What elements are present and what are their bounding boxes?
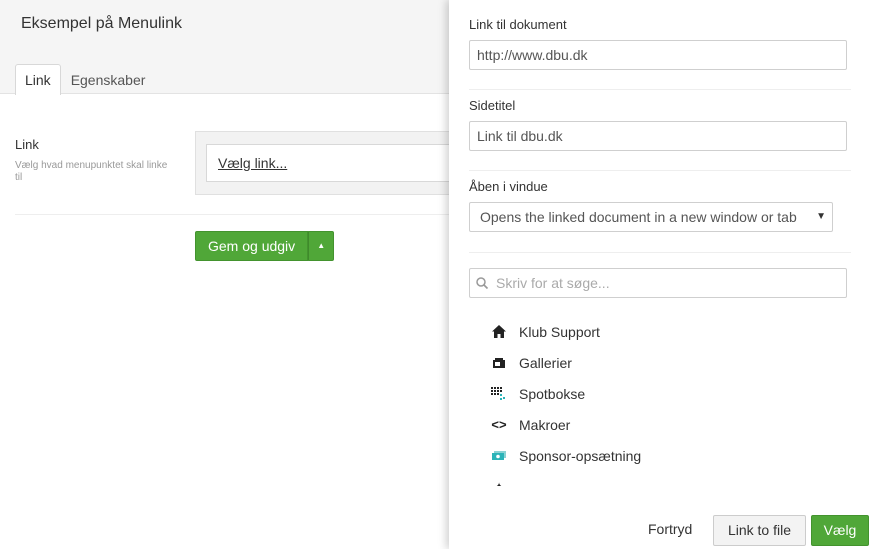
tree-item-label: Klub Support	[519, 323, 600, 340]
tree-item-klub-support[interactable]: Klub Support	[489, 316, 849, 347]
save-options-caret-button[interactable]: ▲	[308, 231, 335, 261]
dropdown-arrow-icon: ▼	[816, 211, 826, 222]
open-in-window-select[interactable]: Opens the linked document in a new windo…	[469, 202, 833, 232]
divider	[469, 89, 851, 90]
link-picker: Vælg link...	[195, 131, 450, 195]
open-in-window-value: Opens the linked document in a new windo…	[480, 209, 797, 225]
page-title-input[interactable]: Link til dbu.dk	[469, 121, 847, 151]
tree-item-gallerier[interactable]: Gallerier	[489, 347, 849, 378]
choose-button[interactable]: Vælg	[811, 515, 869, 546]
link-picker-dialog: Link til dokument http://www.dbu.dk Side…	[449, 0, 872, 549]
settings-icon: ✦	[489, 479, 509, 487]
page-title-label: Sidetitel	[469, 98, 516, 113]
editor-header: Eksempel på Menulink Link Egenskaber	[0, 0, 449, 95]
tab-link[interactable]: Link	[15, 64, 61, 95]
page-title: Eksempel på Menulink	[21, 15, 182, 32]
tree-item-label: Sponsor-opsætning	[519, 447, 642, 464]
editor-tabs: Link Egenskaber	[15, 64, 155, 95]
divider	[469, 170, 851, 171]
content-editor: Eksempel på Menulink Link Egenskaber Lin…	[0, 0, 450, 549]
link-picker-field: Vælg link...	[206, 144, 450, 182]
link-url-input[interactable]: http://www.dbu.dk	[469, 40, 847, 70]
property-description: Vælg hvad menupunktet skal linke til	[15, 160, 168, 183]
link-to-file-button[interactable]: Link to file	[713, 515, 806, 546]
gallery-icon	[489, 355, 509, 371]
save-button-group: Gem og udgiv ▲	[195, 231, 335, 261]
property-label: Link	[15, 137, 39, 152]
tree-item-sponsor-opsaetning[interactable]: Sponsor-opsætning	[489, 440, 849, 471]
code-icon: <>	[491, 417, 507, 432]
content-tree: Klub Support Gallerier Spotbokse <> Makr…	[489, 316, 849, 486]
tree-item-label: Spotbokse	[519, 385, 586, 402]
divider	[469, 252, 851, 253]
content-search-input[interactable]: Skriv for at søge...	[469, 268, 847, 298]
link-url-label: Link til dokument	[469, 17, 567, 32]
divider	[15, 214, 449, 215]
tab-properties[interactable]: Egenskaber	[61, 64, 156, 95]
tree-item-partial[interactable]: ✦	[489, 471, 849, 487]
save-publish-button[interactable]: Gem og udgiv	[195, 231, 309, 261]
search-placeholder: Skriv for at søge...	[496, 275, 610, 291]
tree-item-label: Gallerier	[519, 354, 572, 371]
choose-link-link[interactable]: Vælg link...	[218, 155, 287, 171]
open-in-window-label: Åben i vindue	[469, 179, 548, 194]
home-icon	[489, 324, 509, 340]
tree-item-makroer[interactable]: <> Makroer	[489, 409, 849, 440]
tree-item-label: Makroer	[519, 416, 571, 433]
caret-up-icon: ▲	[317, 241, 326, 250]
tree-item-spotbokse[interactable]: Spotbokse	[489, 378, 849, 409]
search-icon	[476, 277, 489, 290]
cancel-button[interactable]: Fortryd	[648, 521, 692, 537]
money-icon	[489, 448, 509, 464]
grid-icon	[489, 386, 509, 402]
